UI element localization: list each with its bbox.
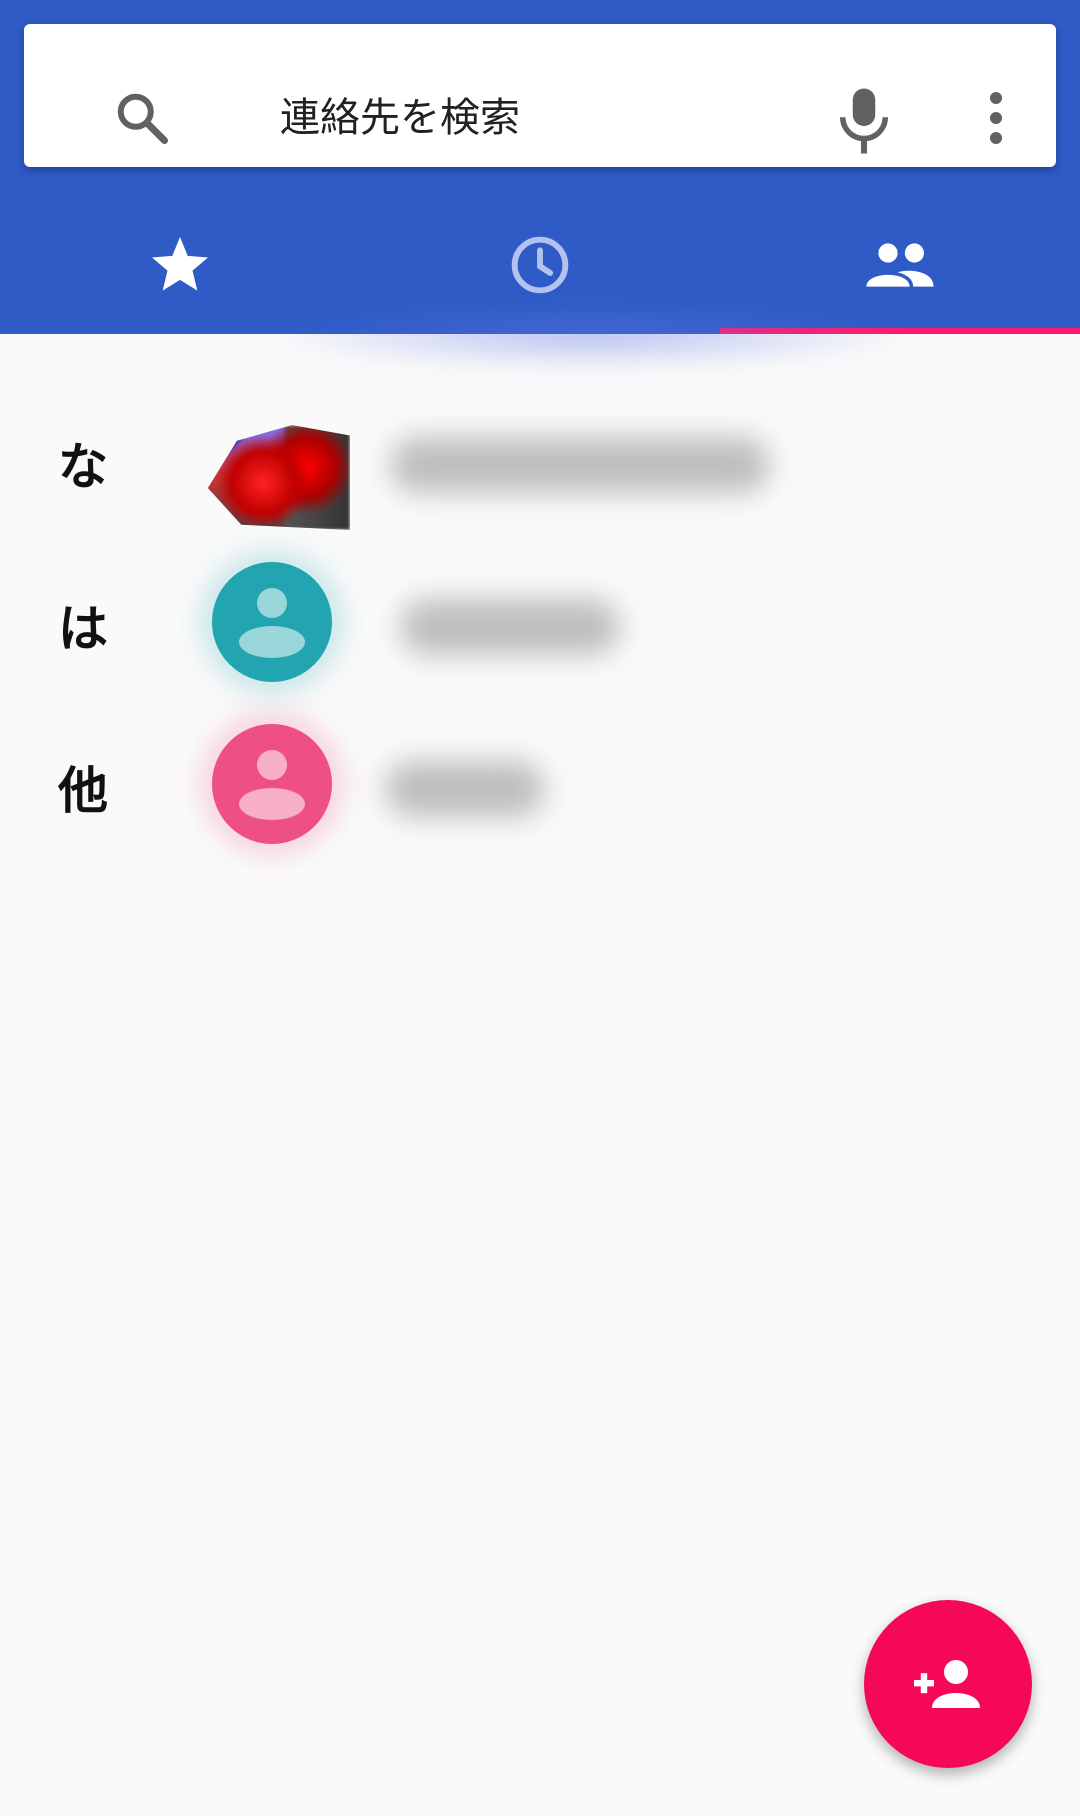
contact-photo: [207, 425, 350, 530]
contact-name-redacted: [400, 599, 620, 655]
search-input[interactable]: [280, 74, 800, 162]
clock-icon: [511, 236, 569, 294]
mic-icon[interactable]: [834, 86, 894, 156]
people-icon: [866, 243, 934, 287]
section-letter: な: [58, 438, 108, 496]
add-contact-button[interactable]: [864, 1600, 1032, 1768]
search-bar[interactable]: [24, 24, 1056, 167]
contact-row[interactable]: は: [0, 547, 1080, 709]
avatar: [212, 724, 332, 844]
person-icon: [239, 588, 305, 658]
person-add-icon: [914, 1660, 980, 1708]
contact-row[interactable]: 他: [0, 709, 1080, 871]
avatar: [212, 562, 332, 682]
search-icon[interactable]: [112, 88, 172, 148]
header-glow: [260, 300, 920, 370]
star-icon: [152, 237, 208, 291]
contact-name-redacted: [390, 437, 770, 493]
app-header: [0, 0, 1080, 334]
section-letter: は: [58, 600, 108, 658]
person-icon: [239, 750, 305, 820]
more-vert-icon[interactable]: [972, 90, 1020, 146]
contact-row[interactable]: な: [0, 385, 1080, 547]
contact-name-redacted: [385, 761, 545, 817]
section-letter: 他: [58, 762, 108, 820]
